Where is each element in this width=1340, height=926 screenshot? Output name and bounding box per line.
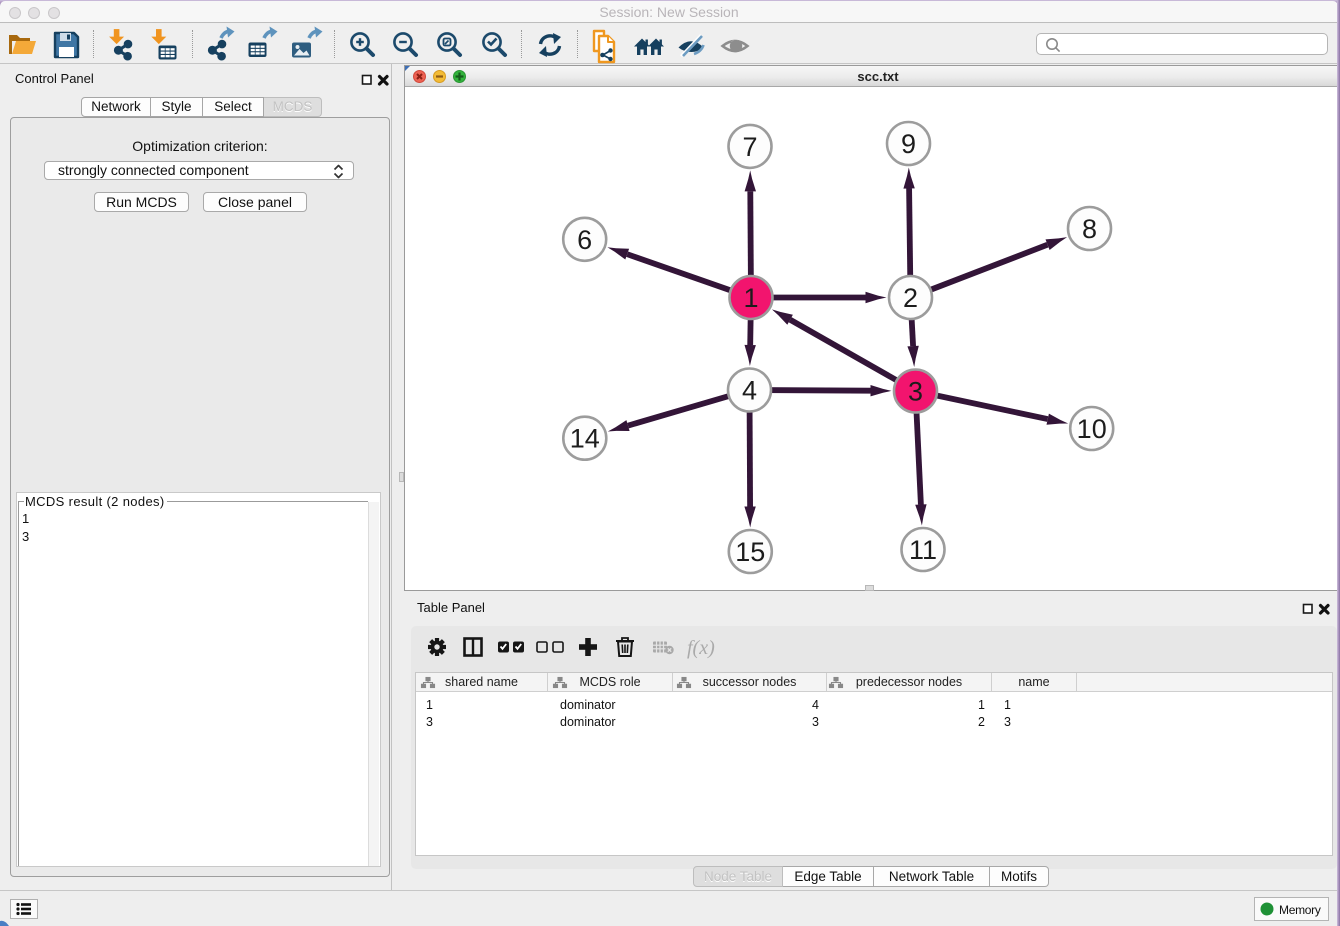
- svg-text:9: 9: [901, 129, 916, 159]
- svg-text:4: 4: [742, 376, 757, 406]
- svg-text:11: 11: [909, 535, 937, 565]
- svg-text:7: 7: [742, 132, 757, 162]
- svg-text:10: 10: [1077, 414, 1107, 444]
- svg-text:f(x): f(x): [687, 637, 715, 659]
- svg-text:3: 3: [908, 377, 923, 407]
- svg-text:8: 8: [1082, 214, 1097, 244]
- svg-text:15: 15: [735, 537, 765, 567]
- svg-text:6: 6: [577, 225, 592, 255]
- svg-text:14: 14: [570, 424, 600, 454]
- svg-text:1: 1: [743, 283, 758, 313]
- svg-text:2: 2: [903, 283, 918, 313]
